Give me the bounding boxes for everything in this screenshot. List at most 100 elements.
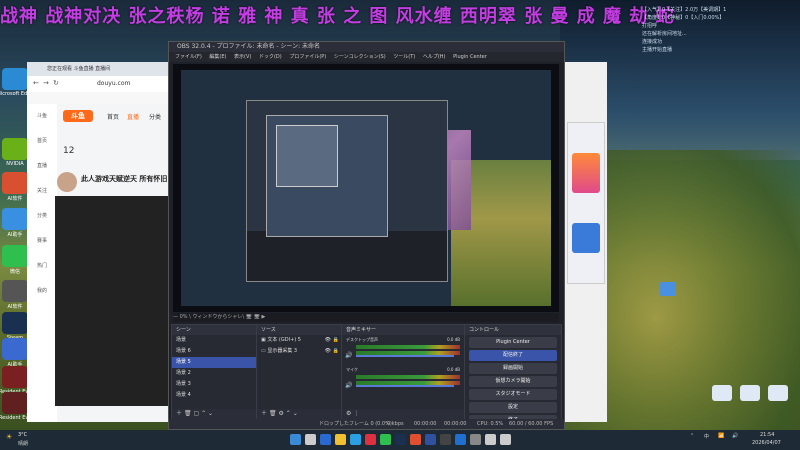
site-sidebar-item[interactable]: 赛事 xyxy=(27,237,57,244)
site-sidebar-item[interactable]: 直播 xyxy=(27,162,57,169)
volume-icon[interactable]: 🔊 xyxy=(732,433,738,439)
lock-icon[interactable]: 🔒 xyxy=(333,346,339,357)
app-icon[interactable] xyxy=(470,434,481,445)
desktop-app-icon[interactable] xyxy=(2,312,28,334)
filter-icon[interactable]: ▢ xyxy=(193,410,199,417)
desktop-app-icon[interactable] xyxy=(2,338,28,360)
app-icon[interactable] xyxy=(365,434,376,445)
source-item[interactable]: ▭ 显示器采集 3 👁 🔒 xyxy=(257,346,341,357)
desktop-app-icon[interactable] xyxy=(2,392,28,414)
scene-item[interactable]: 场景 4 xyxy=(172,390,256,401)
app-shortcut-icon[interactable] xyxy=(712,385,732,401)
network-icon[interactable]: 📶 xyxy=(718,433,724,439)
url-field[interactable]: douyu.com xyxy=(97,80,130,87)
task-view-icon[interactable] xyxy=(320,434,331,445)
app-icon[interactable] xyxy=(485,434,496,445)
refresh-icon[interactable]: ↻ xyxy=(53,79,59,87)
trash-icon[interactable]: 🗑 xyxy=(269,410,277,417)
site-sidebar-item[interactable]: 斗鱼 xyxy=(27,112,57,119)
app-shortcut-icon[interactable] xyxy=(740,385,760,401)
up-icon[interactable]: ⌃ xyxy=(286,410,291,417)
site-logo[interactable]: 斗鱼 xyxy=(63,110,93,122)
gift-panel[interactable] xyxy=(567,122,605,284)
source-item[interactable]: ▣ 文本 (GDI+) 5 👁 🔒 xyxy=(257,335,341,346)
plugin-center-button[interactable]: Plugin Center xyxy=(469,337,557,348)
app-icon[interactable] xyxy=(500,434,511,445)
menu-file[interactable]: ファイル(F) xyxy=(175,54,202,60)
site-sidebar-item[interactable]: 首页 xyxy=(27,137,57,144)
lock-icon[interactable]: 🔒 xyxy=(333,335,339,346)
menu-tools[interactable]: ツール(T) xyxy=(393,54,415,60)
gear-icon[interactable]: ⚙ xyxy=(278,410,283,417)
nav-live[interactable]: 直播 xyxy=(127,112,139,121)
site-sidebar-item[interactable]: 热门 xyxy=(27,262,57,269)
volume-slider[interactable] xyxy=(356,355,454,357)
trash-icon[interactable]: 🗑 xyxy=(184,410,192,417)
desktop-app-icon[interactable] xyxy=(2,138,28,160)
weather-icon[interactable]: ☀ xyxy=(6,433,12,441)
menu-dock[interactable]: ドック(D) xyxy=(259,54,282,60)
search-icon[interactable] xyxy=(305,434,316,445)
app-icon[interactable] xyxy=(455,434,466,445)
eye-icon[interactable]: 👁 xyxy=(325,346,331,357)
menu-plugin-center[interactable]: Plugin Center xyxy=(453,54,487,60)
site-sidebar-item[interactable]: 我的 xyxy=(27,287,57,294)
down-icon[interactable]: ⌄ xyxy=(293,410,298,417)
windows-start-icon[interactable] xyxy=(290,434,301,445)
site-sidebar-item[interactable]: 关注 xyxy=(27,187,57,194)
forward-icon[interactable]: → xyxy=(43,79,49,87)
edge-icon[interactable] xyxy=(350,434,361,445)
add-icon[interactable]: ＋ xyxy=(261,410,267,417)
chevron-up-icon[interactable]: ⌃ xyxy=(690,433,694,439)
gear-icon[interactable]: ⚙ xyxy=(346,410,351,417)
back-icon[interactable]: ← xyxy=(33,79,39,87)
desktop-app-icon[interactable] xyxy=(2,245,28,267)
start-recording-button[interactable]: 録画開始 xyxy=(469,363,557,374)
app-shortcut-icon[interactable] xyxy=(768,385,788,401)
nav-home[interactable]: 首页 xyxy=(107,112,119,121)
promo-banner[interactable] xyxy=(572,153,600,193)
speaker-icon[interactable]: 🔊 xyxy=(345,382,352,389)
menu-scene-collection[interactable]: シーンコレクション(S) xyxy=(334,54,386,60)
desktop-app-icon[interactable] xyxy=(2,366,28,388)
scene-item[interactable]: 场景 5 xyxy=(172,357,256,368)
desktop-app-icon[interactable] xyxy=(2,208,28,230)
wechat-icon[interactable] xyxy=(380,434,391,445)
obs-icon[interactable] xyxy=(440,434,451,445)
file-explorer-icon[interactable] xyxy=(335,434,346,445)
scene-item[interactable]: 场景 2 xyxy=(172,368,256,379)
menu-edit[interactable]: 編集(E) xyxy=(209,54,226,60)
obs-preview[interactable] xyxy=(173,64,559,312)
scene-item[interactable]: 场景 3 xyxy=(172,379,256,390)
app-icon[interactable] xyxy=(425,434,436,445)
ime-indicator[interactable]: 中 xyxy=(704,433,709,440)
virtual-camera-button[interactable]: 仮想カメラ開始 xyxy=(469,376,557,387)
more-icon[interactable]: ⋮ xyxy=(353,410,359,417)
add-icon[interactable]: ＋ xyxy=(176,410,182,417)
down-icon[interactable]: ⌄ xyxy=(208,410,213,417)
clock-time[interactable]: 21:54 xyxy=(760,432,774,438)
scene-item[interactable]: 场景 6 xyxy=(172,346,256,357)
settings-button[interactable]: 設定 xyxy=(469,402,557,413)
speaker-icon[interactable]: 🔊 xyxy=(345,352,352,359)
menu-profile[interactable]: プロファイル(P) xyxy=(289,54,326,60)
browser-tab[interactable]: 您正在观看 斗鱼直播 直播间 xyxy=(47,65,110,72)
clock-date[interactable]: 2026/04/07 xyxy=(752,440,781,446)
up-icon[interactable]: ⌃ xyxy=(201,410,206,417)
desktop-app-icon[interactable] xyxy=(2,68,28,90)
stop-stream-button[interactable]: 配信終了 xyxy=(469,350,557,361)
studio-mode-button[interactable]: スタジオモード xyxy=(469,389,557,400)
desktop-app-icon[interactable] xyxy=(2,172,28,194)
site-sidebar-item[interactable]: 分类 xyxy=(27,212,57,219)
volume-slider[interactable] xyxy=(356,385,454,387)
streamer-avatar[interactable] xyxy=(57,172,77,192)
menu-view[interactable]: 表示(V) xyxy=(234,54,251,60)
folder-icon[interactable] xyxy=(660,282,676,296)
eye-icon[interactable]: 👁 xyxy=(325,335,331,346)
steam-icon[interactable] xyxy=(395,434,406,445)
promo-banner[interactable] xyxy=(572,223,600,253)
app-icon[interactable] xyxy=(410,434,421,445)
nav-category[interactable]: 分类 xyxy=(149,112,161,121)
menu-help[interactable]: ヘルプ(H) xyxy=(423,54,446,60)
scene-item[interactable]: 场景 xyxy=(172,335,256,346)
